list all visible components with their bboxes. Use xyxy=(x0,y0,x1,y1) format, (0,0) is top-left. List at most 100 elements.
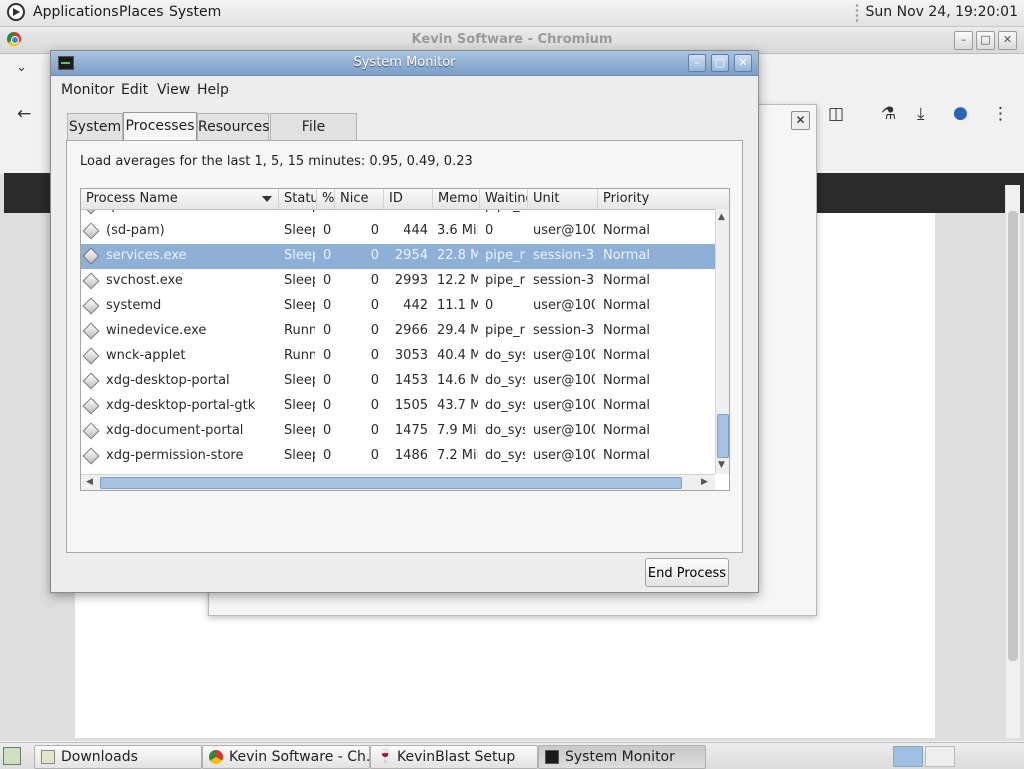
cell-unit: session-3. xyxy=(533,323,595,338)
cell-nice: 0 xyxy=(370,248,379,263)
cell-id: 3053 xyxy=(394,348,428,363)
minimize-button[interactable]: – xyxy=(688,54,706,72)
process-icon xyxy=(82,422,100,440)
taskbar-item-kevinblast-setup[interactable]: 🍷 KevinBlast Setup xyxy=(370,745,538,769)
cell-nice: 0 xyxy=(370,373,379,388)
table-row[interactable]: wnck-applet Runn 0 0 3053 40.4 M do_sys user@10… xyxy=(81,344,715,369)
menu-monitor[interactable]: Monitor xyxy=(61,82,114,98)
menu-edit[interactable]: Edit xyxy=(121,82,148,98)
panel-drag-handle-icon[interactable] xyxy=(855,3,859,22)
scroll-up-arrow-icon[interactable]: ▲ xyxy=(718,212,725,222)
cell-waiting: do_sys xyxy=(485,348,525,363)
page-scrollbar[interactable] xyxy=(1005,185,1020,738)
menu-view[interactable]: View xyxy=(157,82,190,98)
cell-name: systemd xyxy=(106,298,162,313)
table-header: Process Name Statu % Nice ID Memor Waiti… xyxy=(81,189,729,210)
scroll-right-arrow-icon[interactable]: ▶ xyxy=(701,477,708,487)
back-arrow-icon[interactable]: ← xyxy=(17,104,31,124)
menu-system[interactable]: System xyxy=(169,4,221,20)
end-process-button[interactable]: End Process xyxy=(645,558,729,587)
column-memory[interactable]: Memor xyxy=(433,189,480,209)
maximize-icon: □ xyxy=(714,56,726,69)
table-vertical-scrollbar[interactable]: ▲ ▼ xyxy=(715,209,729,474)
profile-icon[interactable]: ● xyxy=(953,103,968,123)
column-priority[interactable]: Priority xyxy=(598,189,729,209)
cell-id: 1453 xyxy=(394,373,428,388)
column-waiting[interactable]: Waiting xyxy=(480,189,528,209)
more-options-icon[interactable]: ⋮ xyxy=(992,104,1009,124)
column-unit[interactable]: Unit xyxy=(528,189,598,209)
cell-cpu: 0 xyxy=(323,323,332,338)
process-icon xyxy=(82,272,100,290)
chromium-close-button[interactable]: ✕ xyxy=(998,31,1017,50)
column-process-name[interactable]: Process Name xyxy=(81,189,279,209)
cell-unit: user@100 xyxy=(533,223,595,238)
taskbar-item-system-monitor[interactable]: System Monitor xyxy=(538,745,706,769)
cell-name: xdg-document-portal xyxy=(106,423,244,438)
applications-logo-icon[interactable] xyxy=(7,3,25,21)
page-scrollbar-thumb[interactable] xyxy=(1008,211,1018,661)
column-nice[interactable]: Nice xyxy=(335,189,384,209)
column-status[interactable]: Statu xyxy=(279,189,317,209)
tab-resources[interactable]: Resources xyxy=(197,113,270,140)
workspace-1-switcher[interactable] xyxy=(893,746,923,767)
taskbar-item-chromium[interactable]: Kevin Software - Ch... xyxy=(202,745,370,769)
menu-applications[interactable]: Applications xyxy=(33,4,119,20)
download-icon[interactable]: ⤓ xyxy=(917,104,925,124)
maximize-button[interactable]: □ xyxy=(711,54,729,72)
cell-nice: 0 xyxy=(370,323,379,338)
menu-help[interactable]: Help xyxy=(197,82,229,98)
close-button[interactable]: ✕ xyxy=(734,54,752,72)
cell-cpu: 0 xyxy=(323,398,332,413)
cell-cpu: 0 xyxy=(323,348,332,363)
scroll-left-arrow-icon[interactable]: ◀ xyxy=(86,477,93,487)
setup-close-button[interactable]: ✕ xyxy=(791,111,810,130)
system-monitor-titlebar[interactable]: System Monitor – □ ✕ xyxy=(51,51,758,76)
table-row[interactable]: winedevice.exe Runn 0 0 2966 29.4 M pipe_r sess… xyxy=(81,319,715,344)
menu-places[interactable]: Places xyxy=(119,4,164,20)
cell-id: 2993 xyxy=(394,273,428,288)
table-row[interactable]: xdg-desktop-portal Sleep 0 0 1453 14.6 M do_sy… xyxy=(81,369,715,394)
table-row[interactable]: (sd-pam) Sleep 0 0 444 3.6 MiE 0 user@100 Normal xyxy=(81,219,715,244)
tab-file-systems[interactable]: File Systems xyxy=(270,113,357,162)
tab-processes[interactable]: Processes xyxy=(123,112,197,141)
close-icon: ✕ xyxy=(738,56,748,69)
horizontal-scroll-thumb[interactable] xyxy=(100,477,682,489)
table-row[interactable]: systemd Sleep 0 0 442 11.1 Mi 0 user@100 Normal xyxy=(81,294,715,319)
cell-priority: Normal xyxy=(603,448,651,463)
taskbar-item-downloads[interactable]: Downloads xyxy=(34,745,202,769)
cell-unit: session-3. xyxy=(533,248,595,263)
scroll-down-arrow-icon[interactable]: ▼ xyxy=(718,460,725,470)
column-cpu[interactable]: % xyxy=(317,189,335,209)
process-table: rpcss.exeSleep00300116.4 Mpipe_rsession-… xyxy=(80,188,730,491)
column-id[interactable]: ID xyxy=(384,189,433,209)
table-row[interactable]: xdg-permission-store Sleep 0 0 1486 7.2 MiE do… xyxy=(81,444,715,469)
cell-name: winedevice.exe xyxy=(106,323,207,338)
table-row[interactable]: svchost.exe Sleep 0 0 2993 12.2 Mi pipe_r sessi… xyxy=(81,269,715,294)
labs-flask-icon[interactable]: ⚗ xyxy=(881,104,896,124)
table-row[interactable]: services.exe Sleep 0 0 2954 22.8 M pipe_r sessi… xyxy=(81,244,715,269)
table-row[interactable]: xdg-document-portal Sleep 0 0 1475 7.9 MiE do_… xyxy=(81,419,715,444)
workspace-2-switcher[interactable] xyxy=(925,746,955,767)
tab-system[interactable]: System xyxy=(67,113,123,140)
load-averages-text: Load averages for the last 1, 5, 15 minu… xyxy=(80,154,473,169)
chromium-maximize-button[interactable]: □ xyxy=(976,31,995,50)
cell-unit: user@100 xyxy=(533,298,595,313)
cell-waiting: pipe_r xyxy=(485,248,525,263)
chromium-minimize-button[interactable]: – xyxy=(954,31,973,50)
cell-priority: Normal xyxy=(603,398,651,413)
cell-memory: 29.4 M xyxy=(437,323,478,338)
clock[interactable]: Sun Nov 24, 19:20:01 xyxy=(866,4,1018,20)
cell-priority: Normal xyxy=(603,373,651,388)
cell-memory: 7.2 MiE xyxy=(437,448,478,463)
cell-status: Runn xyxy=(284,323,315,338)
show-desktop-icon[interactable] xyxy=(3,747,21,765)
tab-list-chevron-icon[interactable]: ⌄ xyxy=(16,60,27,75)
vertical-scroll-thumb[interactable] xyxy=(717,414,729,458)
process-icon xyxy=(82,322,100,340)
cell-memory: 43.7 M xyxy=(437,398,478,413)
table-horizontal-scrollbar[interactable]: ◀ ▶ xyxy=(81,474,715,490)
extensions-icon[interactable]: ◫ xyxy=(828,104,844,124)
table-row[interactable]: xdg-desktop-portal-gtk Sleep 0 0 1505 43.7 M d… xyxy=(81,394,715,419)
processes-panel: Load averages for the last 1, 5, 15 minu… xyxy=(66,140,743,587)
